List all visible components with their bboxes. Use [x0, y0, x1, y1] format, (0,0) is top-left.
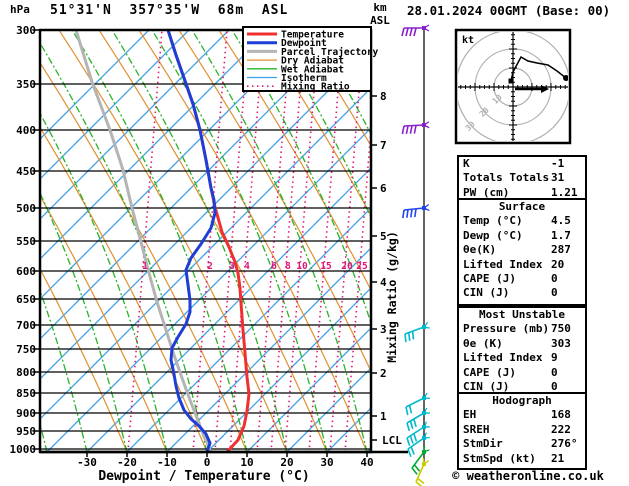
stat-row: Lifted Index 9 [463, 351, 585, 365]
wind-barb [405, 392, 430, 416]
stat-value: 0 [551, 365, 558, 379]
stat-value: 21 [551, 451, 565, 465]
stat-section-header: Hodograph [492, 394, 552, 407]
stat-label: θe (K) [463, 336, 503, 350]
copyright-label: © weatheronline.co.uk [452, 469, 604, 483]
stat-label: Dewp (°C) [463, 228, 523, 242]
stat-label: Temp (°C) [463, 214, 523, 228]
stat-row: StmDir 276° [463, 437, 585, 451]
wind-barb [401, 24, 430, 37]
stat-value: 303 [551, 336, 571, 350]
lcl-label: LCL [382, 434, 402, 447]
stat-label: Lifted Index [463, 351, 543, 365]
km-tick-label: 8 [380, 90, 387, 103]
stat-row: Lifted Index 20 [463, 258, 585, 272]
surface-stats-box: Surface Temp (°C) 4.5 Dewp (°C) 1.7 θe(K) 287 L… [457, 198, 587, 306]
mixing-ratio-value-label: 6 [271, 261, 277, 272]
stat-row: θe (K) 303 [463, 337, 585, 351]
stat-row: StmSpd (kt) 21 [463, 452, 585, 466]
mixing-ratio-axis-label: Mixing Ratio (g/kg) [385, 231, 399, 363]
mixing-ratio-value-label: 15 [320, 261, 332, 272]
mixing-ratio-value-label: 4 [244, 261, 250, 272]
stat-row: θe(K) 287 [463, 243, 585, 257]
stat-label: StmSpd (kt) [463, 451, 536, 465]
stat-label: Pressure (mb) [463, 322, 550, 336]
mixing-ratio-value-label: 10 [296, 261, 308, 272]
stat-value: 276° [551, 437, 578, 451]
stat-label: CAPE (J) [463, 272, 516, 286]
stat-value: 1.7 [551, 228, 571, 242]
hodograph-stats-box: Hodograph EH 168 SREH 222 StmDir 276° StmSpd (k… [457, 392, 587, 470]
wind-barb [415, 458, 430, 486]
mixing-ratio-value-label: 3 [229, 261, 235, 272]
stat-label: PW (cm) [463, 185, 510, 199]
stat-value: 4.5 [551, 214, 571, 228]
x-tick-label: 20 [280, 456, 293, 469]
km-tick-label: 6 [380, 182, 387, 195]
x-axis-title: Dewpoint / Temperature (°C) [98, 469, 309, 484]
x-tick-label: -30 [77, 456, 97, 469]
x-tick-label: 30 [320, 456, 333, 469]
x-tick-label: 10 [240, 456, 253, 469]
x-tick-label: -20 [117, 456, 137, 469]
stat-value: 222 [551, 422, 571, 436]
stat-label: Lifted Index [463, 257, 543, 271]
mixing-ratio-value-label: 8 [285, 261, 291, 272]
stat-label: CAPE (J) [463, 365, 516, 379]
x-tick-label: -10 [157, 456, 177, 469]
stat-value: 9 [551, 351, 558, 365]
stat-value: 0 [551, 286, 558, 300]
stat-label: Totals Totals [463, 171, 550, 185]
stat-value: -1 [551, 157, 565, 170]
stat-label: EH [463, 408, 477, 422]
wet-adiabat-line [0, 30, 7, 452]
stat-label: SREH [463, 422, 490, 436]
stat-value: 287 [551, 243, 571, 257]
x-tick-label: 0 [204, 456, 211, 469]
stat-label: K [463, 157, 470, 170]
stat-row: SREH 222 [463, 423, 585, 437]
hodograph-trace-start-marker [508, 78, 514, 84]
pressure-tick-label: 1000 [10, 443, 37, 456]
x-tick-label: 40 [360, 456, 373, 469]
stat-label: StmDir [463, 437, 503, 451]
stat-section-header: Surface [498, 200, 546, 213]
stat-label: CIN (J) [463, 286, 510, 300]
most-unstable-stats-box: Most Unstable Pressure (mb) 750 θe (K) 303 Li… [457, 306, 587, 395]
stat-row: Temp (°C) 4.5 [463, 214, 585, 228]
legend-item-label: Mixing Ratio [281, 82, 350, 93]
hodograph-unit-label: kt [462, 35, 474, 46]
stat-row: Totals Totals 31 [463, 171, 585, 185]
skewt-sounding-app: hPa 51°31'N 357°35'W 68m ASL km ASL 28.0… [0, 0, 629, 486]
stat-row: Dewp (°C) 1.7 [463, 229, 585, 243]
hodograph-plot: 102030 [458, 32, 568, 141]
km-tick-label: 1 [380, 410, 387, 423]
stat-row: CAPE (J) 0 [463, 272, 585, 286]
stat-value: 20 [551, 257, 565, 271]
km-tick-label: 2 [380, 367, 387, 380]
stat-value: 750 [551, 322, 571, 336]
stability-indices-box: K -1 Totals Totals 31 PW (cm) 1.21 [457, 155, 587, 202]
stat-row: CIN (J) 0 [463, 286, 585, 300]
stat-row: EH 168 [463, 408, 585, 422]
mixing-ratio-value-label: 1 [142, 261, 148, 272]
stat-section-header: Most Unstable [478, 308, 566, 321]
mixing-ratio-value-label: 25 [356, 261, 368, 272]
wind-barb [404, 322, 430, 343]
stat-value: 0 [551, 272, 558, 286]
stat-row: CAPE (J) 0 [463, 366, 585, 380]
wind-barb [402, 203, 430, 219]
mixing-ratio-value-label: 20 [341, 261, 353, 272]
stat-value: 31 [551, 171, 565, 185]
stat-value: 168 [551, 408, 571, 422]
mixing-ratio-value-label: 2 [207, 261, 213, 272]
stat-row: K -1 [463, 157, 585, 171]
stat-label: θe(K) [463, 243, 497, 257]
wind-barb [401, 121, 430, 135]
km-tick-label: 7 [380, 139, 387, 152]
stat-row: Pressure (mb) 750 [463, 322, 585, 336]
